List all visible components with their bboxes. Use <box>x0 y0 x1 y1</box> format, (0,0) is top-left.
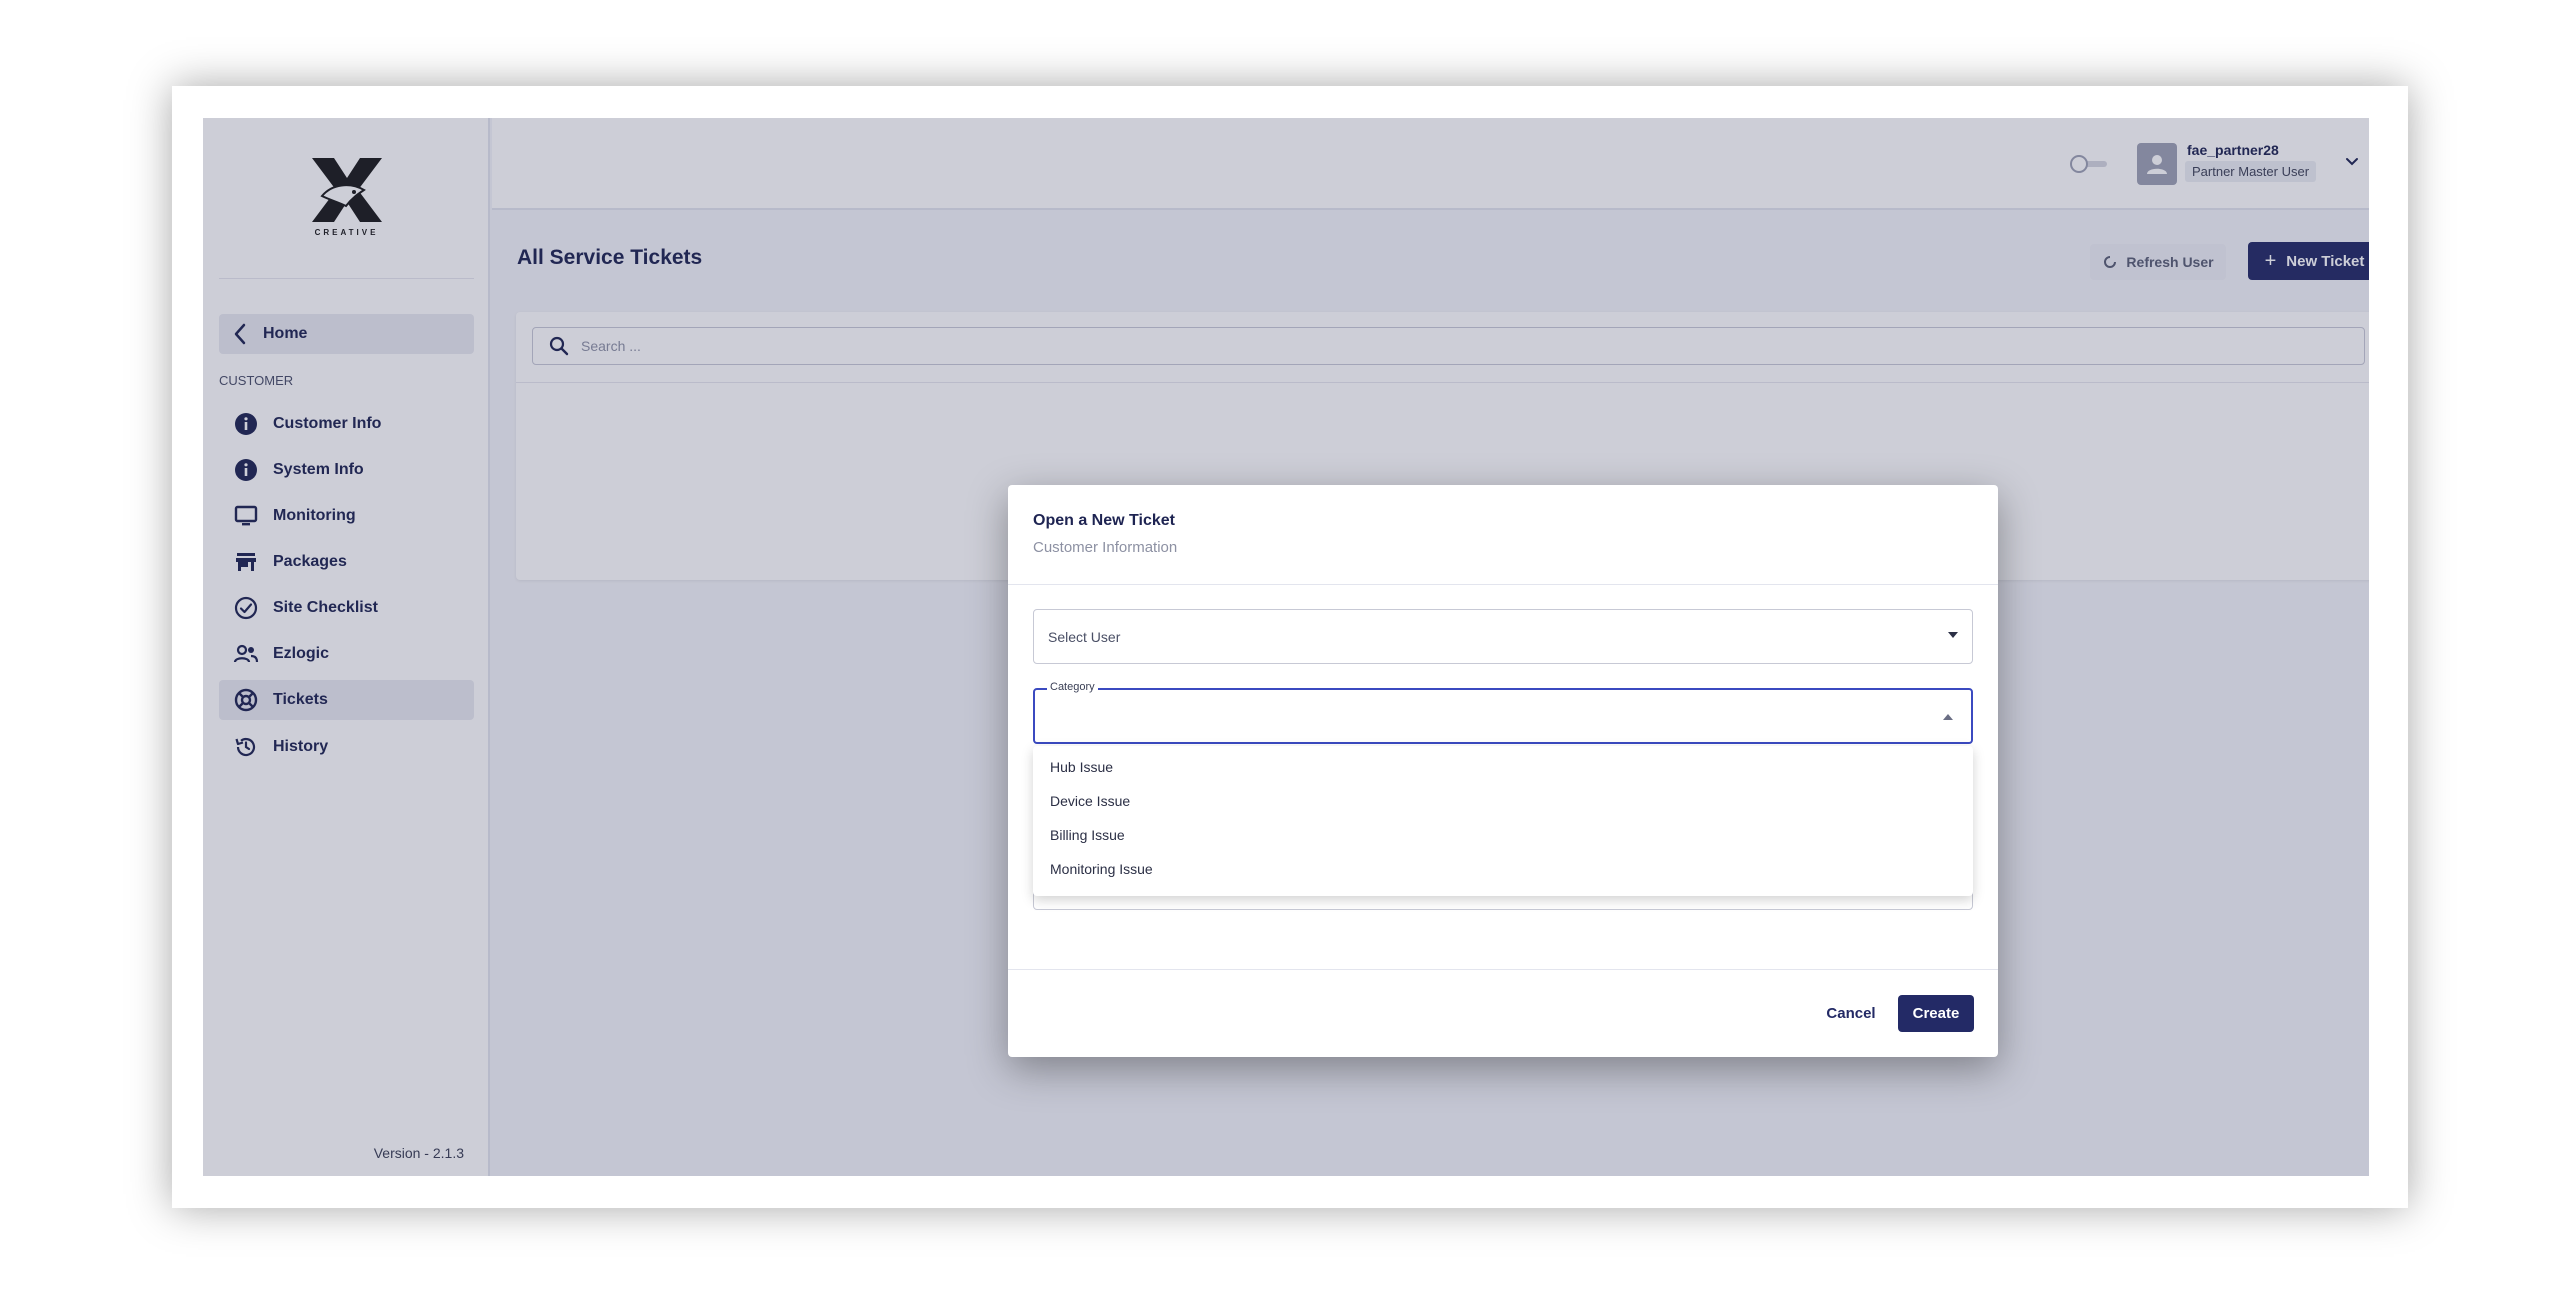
category-option-monitoring-issue[interactable]: Monitoring Issue <box>1033 852 1973 886</box>
category-option-billing-issue[interactable]: Billing Issue <box>1033 818 1973 852</box>
category-option-device-issue[interactable]: Device Issue <box>1033 784 1973 818</box>
cancel-button[interactable]: Cancel <box>1823 995 1879 1031</box>
category-option-hub-issue[interactable]: Hub Issue <box>1033 750 1973 784</box>
dialog-subtitle: Customer Information <box>1033 539 1178 556</box>
caret-up-icon <box>1943 714 1953 720</box>
category-label: Category <box>1047 681 1098 693</box>
dialog-title: Open a New Ticket <box>1033 512 1175 529</box>
select-user-placeholder: Select User <box>1048 628 1121 645</box>
divider <box>1008 584 1998 585</box>
new-ticket-dialog: Open a New Ticket Customer Information S… <box>1008 485 1998 1057</box>
select-user-dropdown[interactable]: Select User <box>1033 609 1973 664</box>
caret-down-icon <box>1948 632 1958 638</box>
app-window: CREATIVE Home CUSTOMER Customer Info Sys… <box>203 118 2369 1176</box>
category-select[interactable]: Category <box>1033 681 1973 744</box>
divider <box>1008 969 1998 970</box>
create-button[interactable]: Create <box>1898 995 1974 1032</box>
category-options-list: Hub Issue Device Issue Billing Issue Mon… <box>1033 746 1973 896</box>
